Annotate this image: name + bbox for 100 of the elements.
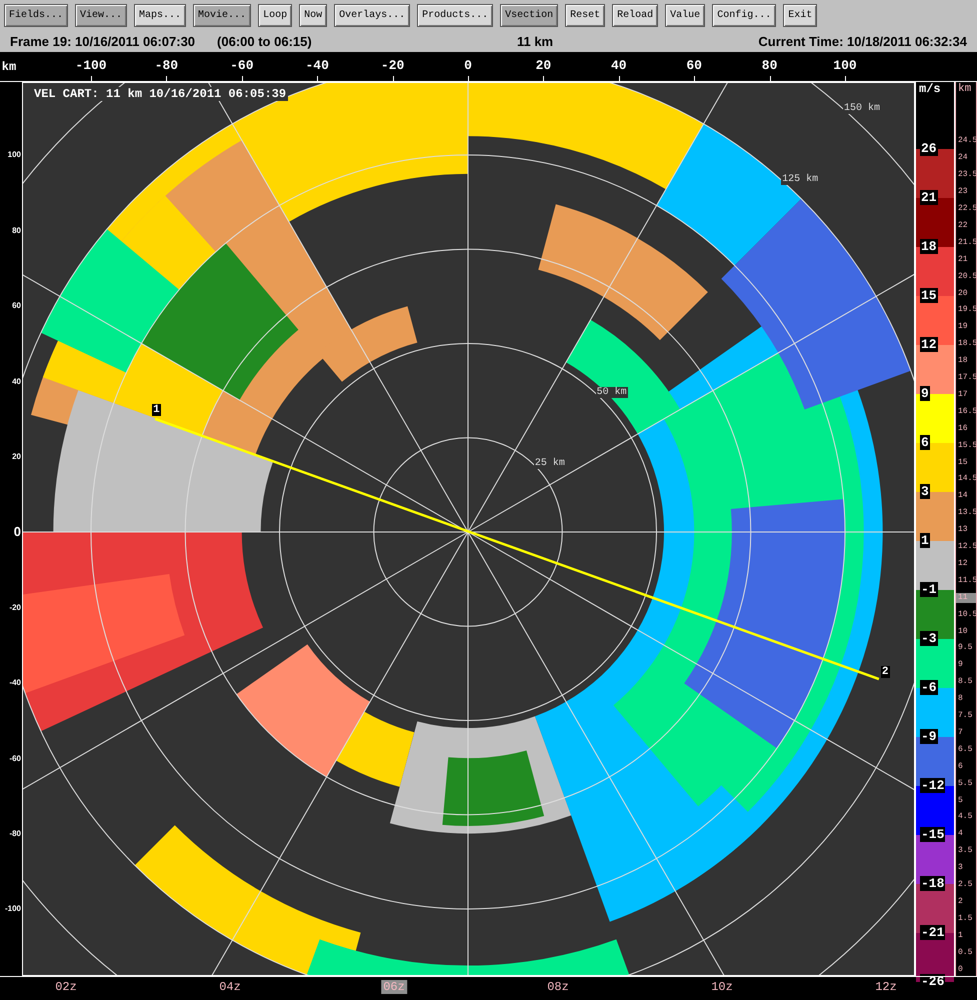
- height-tick[interactable]: 19: [956, 322, 976, 332]
- axis-label: 80: [12, 226, 21, 235]
- height-tick[interactable]: 13.5: [956, 508, 976, 518]
- height-tick[interactable]: 19.5: [956, 305, 976, 316]
- height-tick[interactable]: 7.5: [956, 711, 976, 722]
- colorbar-label: -15: [920, 827, 946, 842]
- height-tick[interactable]: 9: [956, 660, 976, 670]
- height-tick[interactable]: 16: [956, 424, 976, 434]
- toolbar-button[interactable]: Now: [299, 4, 328, 27]
- time-label[interactable]: 02z: [53, 980, 79, 994]
- height-tick[interactable]: 15: [956, 458, 976, 468]
- height-tick[interactable]: 12.5: [956, 542, 976, 552]
- height-tick[interactable]: 6: [956, 762, 976, 772]
- height-tick[interactable]: 24.5: [956, 136, 976, 146]
- height-tick[interactable]: 18.5: [956, 339, 976, 350]
- time-label[interactable]: 10z: [709, 980, 735, 994]
- height-tick[interactable]: 11.5: [956, 576, 976, 586]
- height-tick[interactable]: 9.5: [956, 643, 976, 654]
- height-tick[interactable]: 23: [956, 187, 976, 198]
- frame-range: (06:00 to 06:15): [217, 34, 312, 49]
- height-tick[interactable]: 4.5: [956, 812, 976, 822]
- toolbar-button[interactable]: Exit: [783, 4, 818, 27]
- height-tick[interactable]: 1.5: [956, 914, 976, 924]
- height-tick[interactable]: 14: [956, 491, 976, 502]
- height-tick[interactable]: 5.5: [956, 778, 976, 789]
- height-tick[interactable]: 7: [956, 728, 976, 738]
- height-tick[interactable]: 1: [956, 930, 976, 941]
- height-tick[interactable]: 20: [956, 288, 976, 299]
- height-tick[interactable]: 17: [956, 390, 976, 400]
- colorbar-unit: m/s: [919, 82, 941, 96]
- axis-label: 60: [12, 302, 21, 310]
- height-tick[interactable]: 23.5: [956, 170, 976, 180]
- height-tick[interactable]: 13: [956, 525, 976, 536]
- height-tick[interactable]: 24: [956, 153, 976, 164]
- toolbar-button[interactable]: Overlays...: [334, 4, 410, 27]
- scale-unit: km: [958, 83, 972, 96]
- height-tick[interactable]: 3.5: [956, 846, 976, 856]
- toolbar-button[interactable]: Movie...: [193, 4, 252, 27]
- height-tick[interactable]: 8.5: [956, 677, 976, 688]
- toolbar-button[interactable]: Products...: [417, 4, 494, 27]
- toolbar-button[interactable]: Reload: [612, 4, 658, 27]
- height-tick[interactable]: 10.5: [956, 610, 976, 620]
- axis-label: 100: [833, 58, 857, 73]
- height-tick[interactable]: 6.5: [956, 744, 976, 755]
- height-tick[interactable]: 20.5: [956, 272, 976, 282]
- axis-label: -100: [4, 905, 21, 914]
- height-tick[interactable]: 2: [956, 896, 976, 907]
- toolbar-button[interactable]: Reset: [565, 4, 606, 27]
- height-tick[interactable]: 5: [956, 796, 976, 806]
- time-label[interactable]: 12z: [873, 980, 899, 994]
- colorbar-label: -1: [920, 582, 938, 598]
- axis-label: 100: [8, 151, 21, 160]
- plot-title: VEL CART: 11 km 10/16/2011 06:05:39: [32, 87, 288, 102]
- time-label[interactable]: 04z: [217, 980, 243, 994]
- axis-label: 0: [14, 525, 21, 538]
- range-label: 25 km: [534, 458, 566, 470]
- toolbar-button[interactable]: Maps...: [134, 4, 186, 27]
- time-label[interactable]: 08z: [545, 980, 571, 994]
- height-tick[interactable]: 18: [956, 356, 976, 366]
- colorbar-label: 18: [920, 239, 938, 254]
- current-time: Current Time: 10/18/2011 06:32:34: [758, 34, 968, 49]
- toolbar-button[interactable]: Vsection: [500, 4, 558, 27]
- height-tick[interactable]: 22.5: [956, 204, 976, 214]
- colorbar-label: 26: [920, 141, 938, 156]
- height-tick[interactable]: 21.5: [956, 238, 976, 248]
- vsection-marker[interactable]: 2: [880, 666, 890, 678]
- toolbar-button[interactable]: Config...: [712, 4, 776, 27]
- axis-label: 20: [536, 58, 552, 73]
- height-tick[interactable]: 12: [956, 558, 976, 569]
- height-tick[interactable]: 0.5: [956, 948, 976, 958]
- colorbar-label: 15: [920, 288, 938, 304]
- colorbar-label: -3: [920, 631, 938, 646]
- axis-label: 40: [12, 378, 21, 386]
- colorbar-label: -9: [920, 729, 938, 744]
- colorbar-label: 1: [920, 533, 930, 548]
- axis-label: -80: [154, 58, 178, 73]
- height-tick[interactable]: 4: [956, 829, 976, 840]
- axis-label: 40: [611, 58, 627, 73]
- range-label: 125 km: [781, 174, 820, 185]
- height-tick[interactable]: 16.5: [956, 406, 976, 417]
- axis-label: -40: [9, 679, 21, 688]
- colorbar-label: 3: [920, 484, 930, 500]
- height-tick[interactable]: 3: [956, 863, 976, 874]
- vsection-marker[interactable]: 1: [152, 404, 161, 416]
- toolbar-button[interactable]: Loop: [258, 4, 292, 27]
- range-label: 150 km: [843, 102, 882, 114]
- height-tick[interactable]: 10: [956, 626, 976, 637]
- toolbar-button[interactable]: Value: [665, 4, 706, 27]
- range-label: 50 km: [596, 387, 628, 398]
- height-tick[interactable]: 8: [956, 694, 976, 704]
- axis-label: -80: [9, 830, 21, 838]
- colorbar-label: 9: [920, 386, 930, 402]
- height-tick[interactable]: 0: [956, 964, 976, 975]
- height-tick[interactable]: 22: [956, 220, 976, 231]
- height-tick[interactable]: 14.5: [956, 474, 976, 484]
- height-tick[interactable]: 21: [956, 254, 976, 265]
- toolbar-button[interactable]: View...: [75, 4, 128, 27]
- toolbar-button[interactable]: Fields...: [4, 4, 68, 27]
- height-tick[interactable]: 2.5: [956, 880, 976, 890]
- axis-label: -60: [9, 754, 21, 763]
